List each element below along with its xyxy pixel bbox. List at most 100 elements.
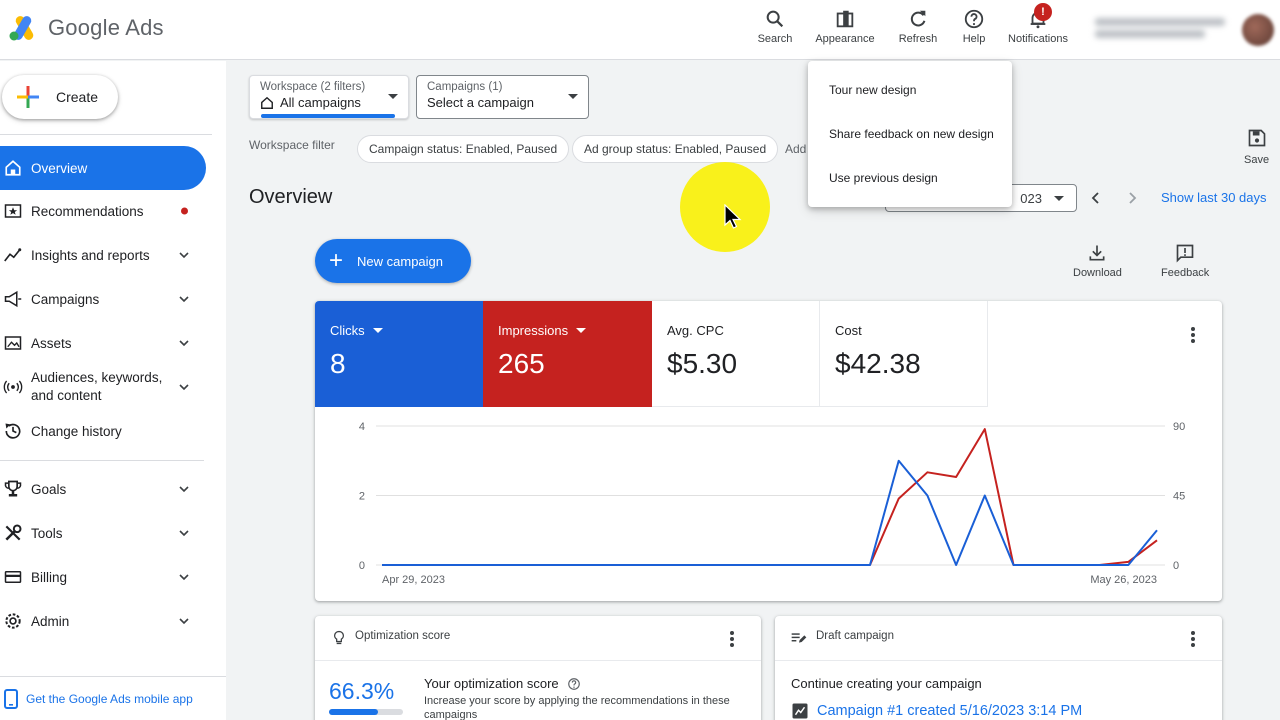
metric-label: Cost [835, 323, 862, 338]
sidebar-item-assets[interactable]: Assets [0, 331, 206, 355]
sidebar-item-change-history[interactable]: Change history [0, 419, 206, 443]
next-period-button[interactable] [1120, 186, 1144, 210]
metric-value: 265 [498, 348, 545, 379]
workspace-filter-label: Workspace filter [249, 138, 335, 152]
sidebar-item-label: Assets [31, 335, 72, 351]
help-button[interactable]: Help [960, 6, 988, 52]
account-info-blurred[interactable] [1095, 14, 1235, 44]
more-options-icon[interactable] [1191, 327, 1195, 345]
workspace-select-indicator [261, 114, 395, 118]
sidebar-item-label: Admin [31, 613, 70, 629]
notifications-button[interactable]: ! Notifications [1004, 3, 1072, 52]
sidebar: Create Overview Recommendations Insights… [0, 61, 226, 720]
chevron-down-icon [179, 340, 189, 347]
metric-value: $42.38 [835, 348, 921, 379]
card-divider [775, 660, 1222, 661]
metric-clicks[interactable]: Clicks 8 [315, 301, 483, 407]
draft-heading: Continue creating your campaign [791, 676, 982, 691]
metric-value: 8 [330, 348, 346, 379]
google-ads-logo[interactable]: Google Ads [8, 14, 164, 42]
chevron-down-icon [179, 296, 189, 303]
edit-note-icon [791, 633, 807, 643]
refresh-label: Refresh [898, 33, 938, 45]
feedback-button[interactable]: Feedback [1161, 243, 1209, 279]
right-axis-tick-label: 0 [1173, 560, 1179, 572]
help-label: Help [962, 33, 986, 45]
sidebar-item-overview[interactable]: Overview [0, 146, 206, 190]
sidebar-item-recommendations[interactable]: Recommendations [0, 199, 206, 223]
show-last-30-days-link[interactable]: Show last 30 days [1161, 190, 1267, 205]
gear-icon [2, 610, 24, 632]
appearance-button[interactable]: Appearance [813, 6, 877, 52]
mouse-cursor-icon [724, 204, 742, 229]
optimization-score-bar [329, 709, 403, 715]
refresh-icon [910, 10, 926, 27]
sidebar-item-label: Insights and reports [31, 247, 150, 263]
create-button[interactable]: Create [2, 75, 118, 119]
chevron-down-icon [179, 574, 189, 581]
sidebar-item-campaigns[interactable]: Campaigns [0, 287, 206, 311]
refresh-button[interactable]: Refresh [896, 6, 940, 52]
metric-avg-cpc[interactable]: Avg. CPC $5.30 [652, 301, 820, 407]
metric-label: Impressions [498, 323, 652, 338]
home-icon [261, 96, 273, 109]
right-axis-tick-label: 45 [1173, 491, 1185, 503]
sidebar-item-insights[interactable]: Insights and reports [0, 243, 206, 267]
metric-label: Avg. CPC [667, 323, 724, 338]
ad-group-status-chip[interactable]: Ad group status: Enabled, Paused [572, 135, 779, 163]
performance-line-chart: 0 2 4 0 45 90 Apr 29, 2023 May 26, 2023 [359, 421, 1185, 586]
draft-card-title: Draft campaign [816, 630, 894, 642]
x-axis-end-label: May 26, 2023 [1090, 574, 1157, 586]
campaign-select[interactable]: Campaigns (1) Select a campaign [416, 75, 589, 119]
metric-cost[interactable]: Cost $42.38 [820, 301, 988, 407]
campaign-status-chip[interactable]: Campaign status: Enabled, Paused [357, 135, 570, 163]
metric-label: Clicks [330, 323, 483, 338]
chevron-down-icon [179, 486, 189, 493]
right-axis-tick-label: 90 [1173, 421, 1185, 433]
sidebar-item-audiences[interactable]: Audiences, keywords, and content [0, 368, 206, 406]
assets-icon [2, 332, 24, 354]
chart-series-line-impressions [382, 428, 1158, 566]
feedback-label: Feedback [1161, 267, 1210, 279]
more-options-icon[interactable] [1191, 631, 1195, 649]
sidebar-item-tools[interactable]: Tools [0, 521, 206, 545]
tools-icon [2, 522, 24, 544]
campaign-select-count: Campaigns (1) [427, 81, 503, 93]
save-button[interactable]: Save [1244, 128, 1269, 166]
appearance-icon [836, 10, 854, 28]
metric-impressions[interactable]: Impressions 265 [483, 301, 652, 407]
draft-campaign-link[interactable]: Campaign #1 created 5/16/2023 3:14 PM [791, 702, 1082, 720]
broadcast-icon [2, 376, 24, 398]
chevron-down-icon [179, 530, 189, 537]
sidebar-item-billing[interactable]: Billing [0, 565, 206, 589]
page-title: Overview [249, 186, 333, 208]
menu-item-share-feedback[interactable]: Share feedback on new design [829, 127, 994, 141]
sidebar-item-admin[interactable]: Admin [0, 609, 206, 633]
x-axis-start-label: Apr 29, 2023 [382, 574, 445, 586]
help-icon[interactable] [567, 677, 581, 691]
new-campaign-button[interactable]: + New campaign [315, 239, 471, 283]
save-label: Save [1244, 154, 1270, 166]
sidebar-item-label: Billing [31, 569, 68, 585]
optimization-score-bar-fill [329, 709, 379, 715]
appearance-menu: Tour new design Share feedback on new de… [808, 61, 1012, 207]
menu-item-use-previous-design[interactable]: Use previous design [829, 171, 938, 185]
workspace-filter-count: Workspace (2 filters) [260, 81, 366, 93]
sidebar-item-goals[interactable]: Goals [0, 477, 206, 501]
dropdown-arrow-icon [568, 94, 578, 99]
workspace-filter-select[interactable]: Workspace (2 filters) All campaigns [249, 75, 409, 119]
feedback-icon [1176, 244, 1194, 263]
more-options-icon[interactable] [730, 631, 734, 649]
chevron-down-icon [179, 384, 189, 391]
search-button[interactable]: Search [757, 6, 793, 52]
mobile-app-link[interactable]: Get the Google Ads mobile app [4, 689, 193, 709]
menu-item-tour-new-design[interactable]: Tour new design [829, 83, 916, 97]
sidebar-item-label: Tools [31, 525, 63, 541]
save-icon [1248, 129, 1265, 147]
help-icon [964, 9, 984, 29]
home-icon [2, 157, 24, 179]
download-button[interactable]: Download [1073, 243, 1122, 279]
sidebar-divider [0, 676, 226, 677]
previous-period-button[interactable] [1084, 186, 1108, 210]
avatar[interactable] [1242, 14, 1274, 46]
